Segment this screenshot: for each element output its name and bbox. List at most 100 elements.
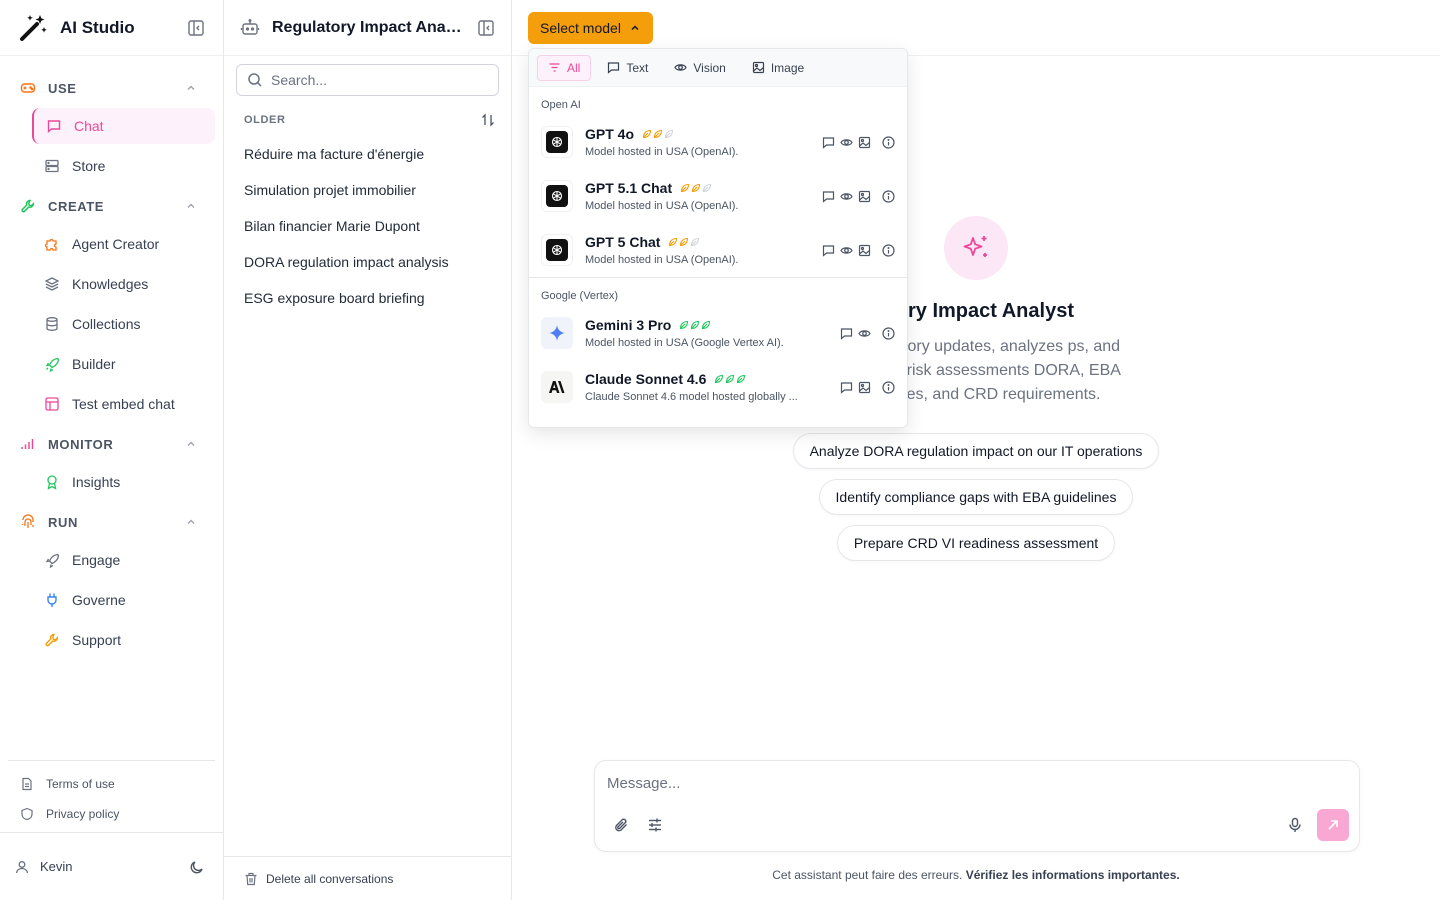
sidebar-item-store[interactable]: Store: [32, 148, 215, 184]
filter-label: All: [567, 60, 581, 75]
moon-icon[interactable]: [189, 859, 205, 875]
privacy-label: Privacy policy: [46, 807, 120, 821]
info-icon[interactable]: [882, 189, 895, 203]
sort-icon[interactable]: [481, 113, 495, 127]
fingerprint-icon: [21, 514, 34, 528]
terms-link[interactable]: Terms of use: [8, 769, 215, 799]
collapse-panel-icon[interactable]: [477, 19, 495, 37]
filter-tab-text[interactable]: Text: [597, 55, 658, 81]
image-icon: [858, 381, 871, 393]
leaf-icon: [691, 237, 700, 247]
conversation-item[interactable]: DORA regulation impact analysis: [224, 244, 511, 280]
info-icon[interactable]: [882, 326, 895, 340]
model-filter-bar: All Text Vision Image: [529, 49, 907, 87]
search-icon: [248, 73, 262, 87]
sidebar-item-governe[interactable]: Governe: [32, 582, 215, 618]
section-run[interactable]: RUN: [8, 504, 215, 540]
leaf-icon: [680, 237, 689, 247]
layout-icon: [45, 397, 59, 411]
sliders-icon[interactable]: [647, 817, 663, 833]
model-capabilities: [822, 135, 895, 149]
model-dropdown: All Text Vision Image Open AI GPT 4o Mod…: [528, 48, 908, 428]
model-option-gemini-3-pro[interactable]: Gemini 3 Pro Model hosted in USA (Google…: [529, 306, 907, 360]
filter-tab-image[interactable]: Image: [742, 55, 814, 81]
eco-rating: [642, 129, 674, 139]
model-name: Claude Sonnet 4.6: [585, 371, 707, 387]
wrench-icon: [21, 199, 35, 213]
search-input[interactable]: [271, 72, 471, 88]
select-model-button[interactable]: Select model: [528, 11, 653, 44]
puzzle-icon: [44, 238, 57, 251]
document-icon: [22, 777, 32, 791]
disclaimer: Cet assistant peut faire des erreurs. Vé…: [512, 868, 1440, 882]
leaf-icon: [715, 374, 724, 384]
conversation-item[interactable]: ESG exposure board briefing: [224, 280, 511, 316]
info-icon[interactable]: [882, 135, 895, 149]
sidebar-item-knowledges[interactable]: Knowledges: [32, 266, 215, 302]
model-option-gpt-4o[interactable]: GPT 4o Model hosted in USA (OpenAI).: [529, 115, 907, 169]
award-icon: [47, 475, 57, 490]
conversation-item[interactable]: Simulation projet immobilier: [224, 172, 511, 208]
sidebar-item-support[interactable]: Support: [32, 622, 215, 658]
user-icon: [15, 860, 29, 873]
wrench-icon: [45, 633, 59, 647]
filter-tab-vision[interactable]: Vision: [664, 55, 735, 81]
suggestion-chip[interactable]: Identify compliance gaps with EBA guidel…: [818, 479, 1134, 515]
section-create[interactable]: CREATE: [8, 188, 215, 224]
disclaimer-bold: Vérifiez les informations importantes.: [965, 868, 1180, 882]
magic-wand-logo-icon: [20, 14, 47, 41]
filter-tab-all[interactable]: All: [537, 54, 592, 81]
model-option-gpt-5-chat[interactable]: GPT 5 Chat Model hosted in USA (OpenAI).: [529, 223, 907, 277]
section-label: RUN: [48, 514, 78, 530]
filter-label: Image: [770, 60, 805, 75]
sidebar-item-builder[interactable]: Builder: [32, 346, 215, 382]
message-icon: [840, 327, 853, 340]
model-name: Gemini 3 Pro: [585, 317, 672, 333]
select-model-label: Select model: [540, 19, 621, 36]
leaf-icon: [691, 320, 700, 330]
paperclip-icon[interactable]: [613, 817, 629, 833]
info-icon[interactable]: [882, 243, 895, 257]
leaf-icon: [703, 183, 712, 193]
gamepad-icon: [20, 83, 36, 93]
collapse-sidebar-icon[interactable]: [187, 19, 205, 37]
section-label: USE: [48, 80, 77, 96]
conversation-item[interactable]: Réduire ma facture d'énergie: [224, 136, 511, 172]
message-input[interactable]: [607, 775, 1307, 799]
image-icon: [858, 190, 871, 202]
user-profile-row[interactable]: Kevin: [0, 832, 223, 900]
microphone-icon[interactable]: [1287, 817, 1303, 833]
suggestion-list: Analyze DORA regulation impact on our IT…: [512, 433, 1440, 561]
openai-logo-icon: [541, 234, 573, 266]
suggestion-chip[interactable]: Analyze DORA regulation impact on our IT…: [792, 433, 1160, 469]
eye-icon: [840, 138, 853, 146]
trash-icon: [245, 872, 257, 885]
model-option-gpt-5-1-chat[interactable]: GPT 5.1 Chat Model hosted in USA (OpenAI…: [529, 169, 907, 223]
delete-all-button[interactable]: Delete all conversations: [224, 856, 511, 900]
conversations-panel: Regulatory Impact Anal... OLDER Réduire …: [224, 0, 512, 900]
sidebar-item-insights[interactable]: Insights: [32, 464, 215, 500]
model-option-claude-sonnet-4-6[interactable]: Claude Sonnet 4.6 Claude Sonnet 4.6 mode…: [529, 360, 907, 414]
privacy-link[interactable]: Privacy policy: [8, 799, 215, 829]
eye-icon: [858, 329, 871, 337]
openai-logo-icon: [541, 180, 573, 212]
sidebar-item-label: Test embed chat: [72, 396, 175, 412]
suggestion-chip[interactable]: Prepare CRD VI readiness assessment: [836, 525, 1116, 561]
section-use[interactable]: USE: [8, 70, 215, 106]
send-button[interactable]: [1317, 809, 1349, 841]
sidebar-item-engage[interactable]: Engage: [32, 542, 215, 578]
sidebar-item-label: Support: [72, 632, 122, 648]
brand-header: AI Studio: [0, 0, 223, 56]
sidebar-item-agent-creator[interactable]: Agent Creator: [32, 226, 215, 262]
user-name: Kevin: [40, 859, 73, 874]
model-name: GPT 5.1 Chat: [585, 180, 673, 196]
sidebar-item-test-embed-chat[interactable]: Test embed chat: [32, 386, 215, 422]
rocket-icon: [45, 357, 60, 372]
sidebar-item-collections[interactable]: Collections: [32, 306, 215, 342]
sidebar-item-chat[interactable]: Chat: [32, 108, 215, 144]
conversation-item[interactable]: Bilan financier Marie Dupont: [224, 208, 511, 244]
leaf-icon: [702, 320, 711, 330]
leaf-icon: [692, 183, 701, 193]
info-icon[interactable]: [882, 380, 895, 394]
section-monitor[interactable]: MONITOR: [8, 426, 215, 462]
